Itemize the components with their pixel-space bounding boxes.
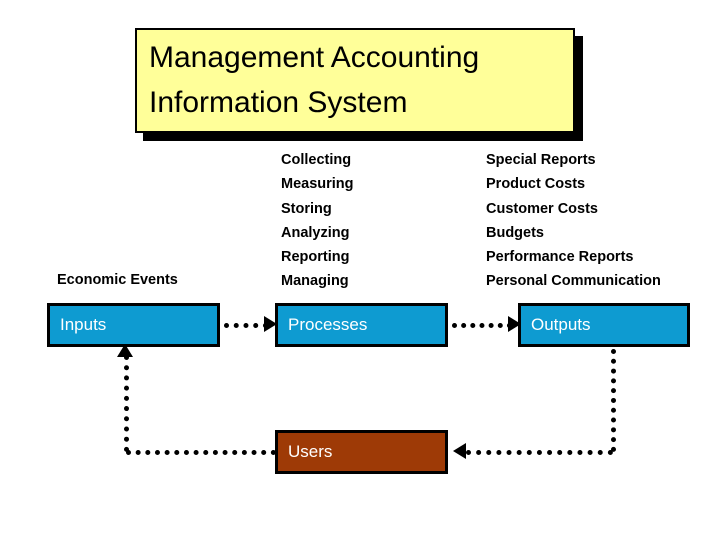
list-item: Budgets [486, 224, 544, 241]
flow-box-users: Users [275, 430, 448, 474]
list-item: Performance Reports [486, 249, 634, 266]
flow-box-users-label: Users [288, 442, 333, 461]
flow-box-processes: Processes [275, 303, 448, 347]
flow-box-inputs: Inputs [47, 303, 220, 347]
connector-users-to-inputs-vertical [124, 355, 129, 452]
connector-inputs-to-processes [224, 323, 268, 328]
arrow-left-icon [453, 443, 466, 459]
flow-box-processes-label: Processes [288, 315, 368, 334]
list-item: Measuring [281, 176, 354, 193]
page-title: Management Accounting Information System [135, 28, 575, 133]
flow-box-inputs-label: Inputs [60, 315, 107, 334]
list-item: Analyzing [281, 224, 350, 241]
flow-box-outputs: Outputs [518, 303, 690, 347]
list-item: Storing [281, 200, 332, 217]
outputs-items-list: Special Reports Product Costs Customer C… [486, 148, 661, 294]
list-item: Managing [281, 273, 349, 290]
arrow-right-icon [508, 316, 521, 332]
list-item: Special Reports [486, 152, 596, 168]
arrow-right-icon [264, 316, 277, 332]
connector-processes-to-outputs [452, 323, 512, 328]
list-item: Personal Communication [486, 273, 661, 290]
title-line-2: Information System [149, 86, 408, 119]
processes-activities-list: Collecting Measuring Storing Analyzing R… [281, 148, 354, 294]
list-item: Product Costs [486, 176, 586, 193]
list-item: Customer Costs [486, 200, 598, 217]
arrow-up-icon [117, 344, 133, 357]
flow-box-outputs-label: Outputs [531, 315, 591, 334]
connector-outputs-to-users-horizontal [466, 450, 613, 455]
list-item: Collecting [281, 152, 352, 168]
connector-outputs-to-users-vertical [611, 349, 616, 452]
connector-users-to-inputs-horizontal [126, 450, 276, 455]
list-item: Reporting [281, 249, 350, 266]
title-line-1: Management Accounting [149, 41, 480, 74]
economic-events-label: Economic Events [57, 272, 178, 288]
